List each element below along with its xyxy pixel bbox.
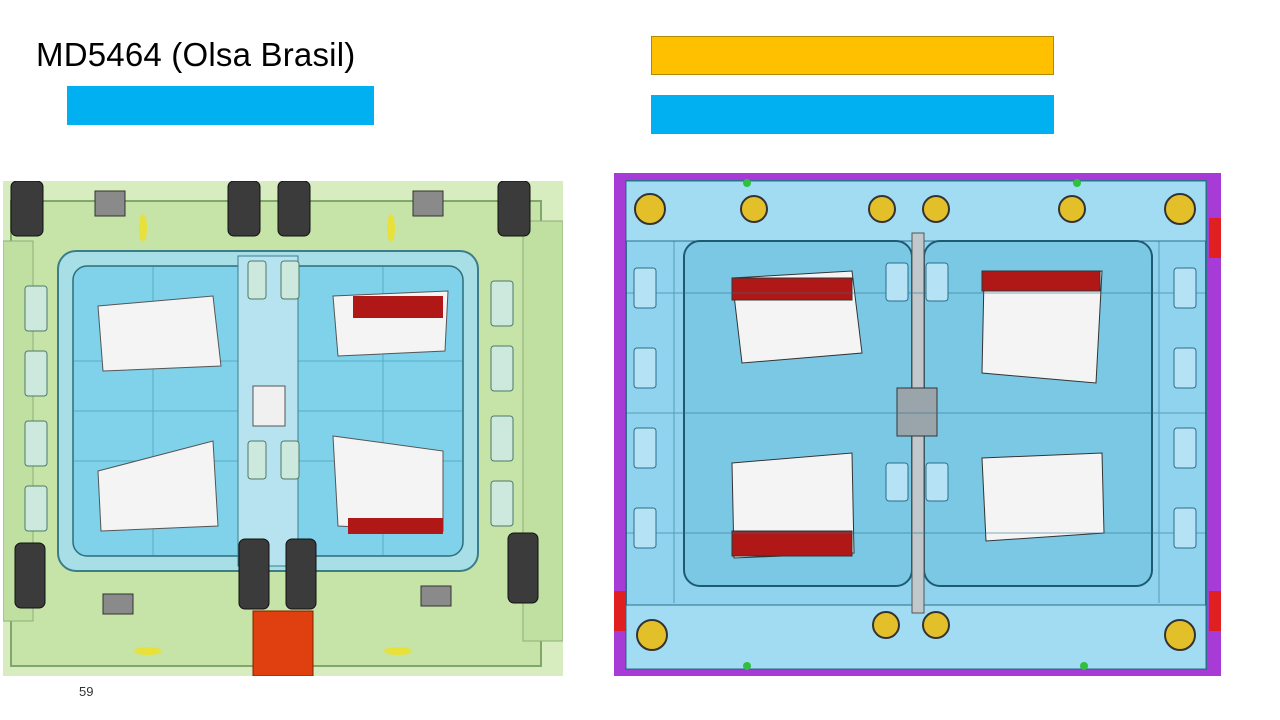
- label-bar-blue-left: [67, 86, 374, 125]
- page-number: 59: [79, 684, 94, 699]
- mold-render-left: [3, 181, 563, 676]
- label-bar-blue-right: [651, 95, 1054, 134]
- label-bar-orange-right: [651, 36, 1054, 75]
- mold-render-right: [614, 173, 1221, 676]
- slide-title: MD5464 (Olsa Brasil): [36, 36, 356, 73]
